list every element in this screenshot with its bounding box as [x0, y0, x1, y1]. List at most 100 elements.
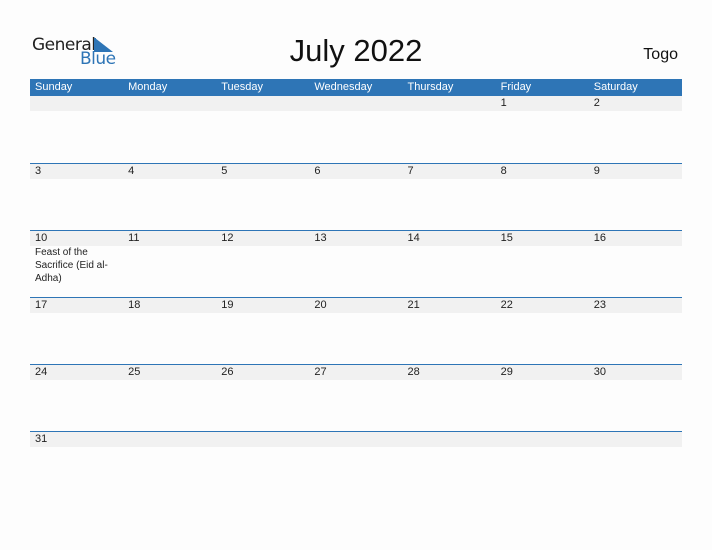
- day-cell: 26: [216, 365, 309, 380]
- day-number: [501, 432, 589, 447]
- day-number: 12: [221, 232, 234, 244]
- day-cell: 23: [589, 298, 682, 313]
- day-number: [221, 96, 309, 111]
- day-cell: 27: [309, 365, 402, 380]
- week-cells: 12: [30, 96, 682, 111]
- day-number: 6: [314, 165, 321, 177]
- day-cell: 14: [403, 231, 496, 285]
- week-cells: 17 18 19 20 21 22 23: [30, 298, 682, 313]
- day-cell: 16: [589, 231, 682, 285]
- day-number: 19: [221, 299, 234, 311]
- day-number: 1: [500, 97, 507, 109]
- day-cell: [123, 96, 216, 111]
- day-number: 31: [35, 433, 48, 445]
- day-cell: 22: [496, 298, 589, 313]
- day-cell: 11: [123, 231, 216, 285]
- day-number: [314, 96, 402, 111]
- week-cells: 3 4 5 6 7 8 9: [30, 164, 682, 179]
- day-number: 7: [407, 165, 414, 177]
- day-number: 21: [407, 299, 420, 311]
- day-cell: [216, 96, 309, 111]
- day-cell: [309, 96, 402, 111]
- day-cell: 12: [216, 231, 309, 285]
- week-row: 31: [30, 431, 682, 498]
- day-cell: 31: [30, 432, 123, 447]
- week-cells: 24 25 26 27 28 29 30: [30, 365, 682, 380]
- day-number: 28: [407, 366, 420, 378]
- day-cell: 28: [403, 365, 496, 380]
- day-cell: [403, 96, 496, 111]
- day-number: 25: [128, 366, 141, 378]
- day-cell: 17: [30, 298, 123, 313]
- day-number: 5: [221, 165, 228, 177]
- day-cell: [216, 432, 309, 447]
- day-cell: 30: [589, 365, 682, 380]
- day-number: 16: [593, 232, 606, 244]
- day-number: 17: [35, 299, 48, 311]
- week-row: 12: [30, 96, 682, 163]
- calendar-title: July 2022: [289, 33, 423, 68]
- day-number: 13: [314, 232, 327, 244]
- day-number: [408, 96, 496, 111]
- weekday-tuesday: Tuesday: [221, 81, 264, 93]
- weeks-container: 1 2 3 4 5 6 7 8 9 10 Feast of the Sacrifice (Eid a…: [30, 96, 682, 498]
- week-row: 24 25 26 27 28 29 30: [30, 364, 682, 431]
- day-cell: [403, 432, 496, 447]
- day-cell: 9: [589, 164, 682, 179]
- day-number: 15: [500, 232, 513, 244]
- day-cell: [589, 432, 682, 447]
- day-number: 10: [35, 232, 48, 244]
- day-number: 2: [593, 97, 600, 109]
- day-number: 8: [500, 165, 507, 177]
- day-number: 22: [500, 299, 513, 311]
- day-number: [221, 432, 309, 447]
- weekday-header: Sunday Monday Tuesday Wednesday Thursday Frid…: [30, 79, 682, 96]
- day-cell: 29: [496, 365, 589, 380]
- country-label: Togo: [643, 46, 678, 63]
- day-number: [408, 432, 496, 447]
- week-row: 10 Feast of the Sacrifice (Eid al-Adha) 11…: [30, 230, 682, 297]
- weekday-monday: Monday: [128, 81, 168, 93]
- day-cell: 21: [403, 298, 496, 313]
- day-number: 14: [407, 232, 420, 244]
- day-number: 29: [500, 366, 513, 378]
- weekday-saturday: Saturday: [593, 81, 638, 93]
- day-cell: 8: [496, 164, 589, 179]
- week-row: 17 18 19 20 21 22 23: [30, 297, 682, 364]
- day-cell: [123, 432, 216, 447]
- day-number: [128, 96, 216, 111]
- day-number: 3: [35, 165, 42, 177]
- day-number: [35, 96, 123, 111]
- week-cells: 10 Feast of the Sacrifice (Eid al-Adha) 11…: [30, 231, 682, 285]
- day-cell: 6: [309, 164, 402, 179]
- day-cell: [496, 432, 589, 447]
- day-number: 30: [593, 366, 606, 378]
- day-cell: 13: [309, 231, 402, 285]
- day-number: 27: [314, 366, 327, 378]
- day-cell: 2: [589, 96, 682, 111]
- day-cell: 25: [123, 365, 216, 380]
- day-number: [314, 432, 402, 447]
- day-cell: [30, 96, 123, 111]
- day-number: 9: [593, 165, 600, 177]
- day-number: 18: [128, 299, 141, 311]
- day-cell: 18: [123, 298, 216, 313]
- day-number: [128, 432, 216, 447]
- day-cell: 1: [496, 96, 589, 111]
- week-cells: 31: [30, 432, 682, 447]
- day-cell: 3: [30, 164, 123, 179]
- week-row: 3 4 5 6 7 8 9: [30, 163, 682, 230]
- weekday-sunday: Sunday: [35, 81, 73, 93]
- weekday-thursday: Thursday: [407, 81, 454, 93]
- day-cell: 19: [216, 298, 309, 313]
- weekday-wednesday: Wednesday: [314, 81, 373, 93]
- day-number: 23: [593, 299, 606, 311]
- day-number: 24: [35, 366, 48, 378]
- weekday-friday: Friday: [500, 81, 532, 93]
- day-number: 26: [221, 366, 234, 378]
- day-cell: 15: [496, 231, 589, 285]
- day-number: [594, 432, 682, 447]
- day-number: 11: [128, 232, 140, 244]
- calendar-grid: Sunday Monday Tuesday Wednesday Thursday Frid…: [30, 79, 682, 498]
- day-cell: 4: [123, 164, 216, 179]
